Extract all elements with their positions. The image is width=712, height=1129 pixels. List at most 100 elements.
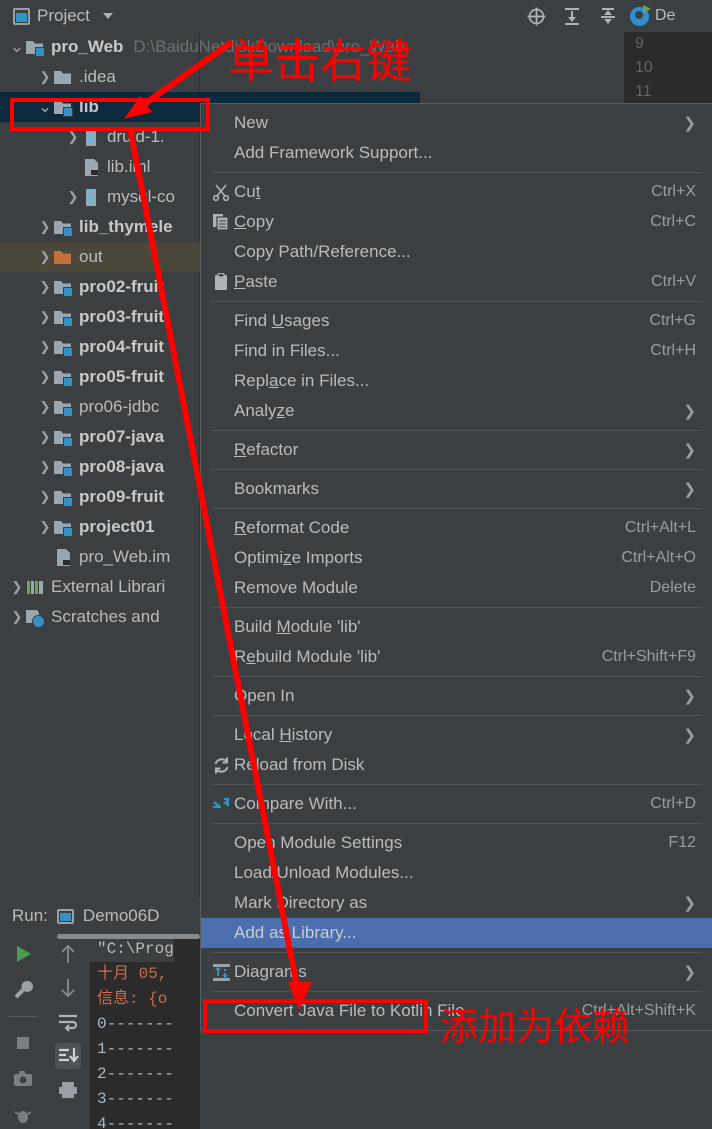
menu-item-build-module-lib[interactable]: Build Module 'lib' [201,612,712,642]
menu-item-copy-path-reference[interactable]: Copy Path/Reference... [201,237,712,267]
editor-tab[interactable]: De [624,0,712,32]
menu-item-label: Refactor [234,440,299,459]
menu-item-paste[interactable]: Paste Ctrl+V [201,267,712,297]
bug-icon[interactable] [10,1102,36,1128]
run-body: "C:\Prog 十月 05, 信息: {o 0------- 1------- 2---… [0,934,200,1129]
console-output[interactable]: "C:\Prog 十月 05, 信息: {o 0------- 1------- 2---… [90,934,200,1129]
module-icon [54,488,73,507]
menu-item-load-unload-modules[interactable]: Load/Unload Modules... [201,858,712,888]
debug-icon [630,4,651,26]
chevron-down-icon[interactable] [102,13,113,19]
project-icon [13,7,30,25]
chevron-right-icon[interactable]: ❯ [36,339,54,355]
menu-item-rebuild-module-lib[interactable]: Rebuild Module 'lib' Ctrl+Shift+F9 [201,642,712,672]
horizontal-scrollbar[interactable] [57,934,200,939]
menu-item-copy[interactable]: Copy Ctrl+C [201,207,712,237]
run-configuration-name[interactable]: Demo06D [83,906,160,926]
arrow-down-icon[interactable] [55,975,81,1001]
iml-icon [82,158,100,176]
menu-item-shortcut: F12 [668,834,696,851]
chevron-right-icon[interactable]: ❯ [64,189,82,205]
menu-separator [211,301,702,302]
menu-item-open-module-settings[interactable]: Open Module Settings F12 [201,828,712,858]
menu-item-replace-in-files[interactable]: Replace in Files... [201,366,712,396]
menu-item-add-as-library[interactable]: Add as Library... [201,918,712,948]
tree-row-label: out [79,247,103,266]
print-icon[interactable] [55,1077,81,1103]
menu-item-label: Cut [234,182,261,201]
chevron-down-icon[interactable]: ⌄ [8,38,26,55]
chevron-right-icon[interactable]: ❯ [36,459,54,475]
tree-row-label: druid-1. [107,127,165,146]
soft-wrap-icon[interactable] [55,1009,81,1035]
menu-item-reload-from-disk[interactable]: Reload from Disk [201,750,712,780]
menu-item-local-history[interactable]: Local History ❯ [201,720,712,750]
menu-separator [211,607,702,608]
menu-item-label: Rebuild Module 'lib' [234,647,381,666]
tree-row-label: lib.iml [107,157,151,176]
menu-item-label: Open Module Settings [234,833,403,852]
context-menu[interactable]: New ❯ Add Framework Support... Cut Ctrl+X Cop… [200,103,712,1031]
menu-separator [211,469,702,470]
console-line: 4------- [97,1115,174,1129]
menu-item-compare-with[interactable]: Compare With... Ctrl+D [201,789,712,819]
chevron-right-icon[interactable]: ❯ [36,219,54,235]
menu-item-label: Find Usages [234,311,330,330]
tree-row--idea[interactable]: ❯ .idea [0,62,420,92]
project-toolwindow-title[interactable]: Project [13,6,113,26]
menu-separator [211,715,702,716]
menu-item-bookmarks[interactable]: Bookmarks ❯ [201,474,712,504]
module-icon [54,518,73,537]
menu-item-mark-directory-as[interactable]: Mark Directory as ❯ [201,888,712,918]
chevron-right-icon[interactable]: ❯ [36,399,54,415]
chevron-right-icon[interactable]: ❯ [36,249,54,265]
menu-item-label: Compare With... [234,794,357,813]
chevron-down-icon[interactable]: ⌄ [36,98,54,115]
module-icon [54,398,73,417]
menu-item-find-in-files[interactable]: Find in Files... Ctrl+H [201,336,712,366]
expand-all-icon[interactable] [561,5,583,27]
menu-item-open-in[interactable]: Open In ❯ [201,681,712,711]
menu-item-refactor[interactable]: Refactor ❯ [201,435,712,465]
wrench-icon[interactable] [10,977,36,1003]
menu-item-new[interactable]: New ❯ [201,108,712,138]
chevron-right-icon[interactable]: ❯ [8,579,26,595]
menu-item-diagrams[interactable]: Diagrams ❯ [201,957,712,987]
chevron-right-icon[interactable]: ❯ [36,309,54,325]
locate-icon[interactable] [525,5,547,27]
camera-icon[interactable] [10,1066,36,1092]
tree-row-label: mysql-co [107,187,176,206]
arrow-up-icon[interactable] [55,941,81,967]
chevron-right-icon[interactable]: ❯ [36,489,54,505]
menu-separator [211,823,702,824]
menu-item-find-usages[interactable]: Find Usages Ctrl+G [201,306,712,336]
stop-icon[interactable] [10,1030,36,1056]
module-icon [54,368,73,387]
chevron-right-icon[interactable]: ❯ [36,279,54,295]
chevron-right-icon[interactable]: ❯ [64,129,82,145]
menu-item-shortcut: Ctrl+Alt+Shift+K [581,1002,696,1019]
chevron-right-icon: ❯ [683,115,696,132]
menu-item-shortcut: Ctrl+Shift+F9 [601,648,696,665]
chevron-right-icon[interactable]: ❯ [8,609,26,625]
run-icon[interactable] [10,941,36,967]
menu-item-cut[interactable]: Cut Ctrl+X [201,177,712,207]
tree-row-label: External Librari [51,577,166,596]
menu-item-label: Optimize Imports [234,548,363,567]
menu-item-optimize-imports[interactable]: Optimize Imports Ctrl+Alt+O [201,543,712,573]
chevron-right-icon[interactable]: ❯ [36,519,54,535]
chevron-right-icon[interactable]: ❯ [36,369,54,385]
collapse-all-icon[interactable] [597,5,619,27]
tree-row-label: lib_thymele [79,217,173,236]
tree-row-pro-web[interactable]: ⌄ pro_Web D:\BaiduNetdiskDownload\pro_Web [0,32,420,62]
menu-item-analyze[interactable]: Analyze ❯ [201,396,712,426]
chevron-right-icon[interactable]: ❯ [36,69,54,85]
menu-item-reformat-code[interactable]: Reformat Code Ctrl+Alt+L [201,513,712,543]
gutter-line-number: 9 [635,35,644,52]
chevron-right-icon[interactable]: ❯ [36,429,54,445]
menu-item-convert-java-file-to-kotlin-file[interactable]: Convert Java File to Kotlin File Ctrl+Alt… [201,996,712,1026]
tree-row-label: pro02-fruit [79,277,164,296]
menu-item-remove-module[interactable]: Remove Module Delete [201,573,712,603]
menu-item-add-framework-support[interactable]: Add Framework Support... [201,138,712,168]
scroll-to-end-icon[interactable] [54,1043,81,1069]
